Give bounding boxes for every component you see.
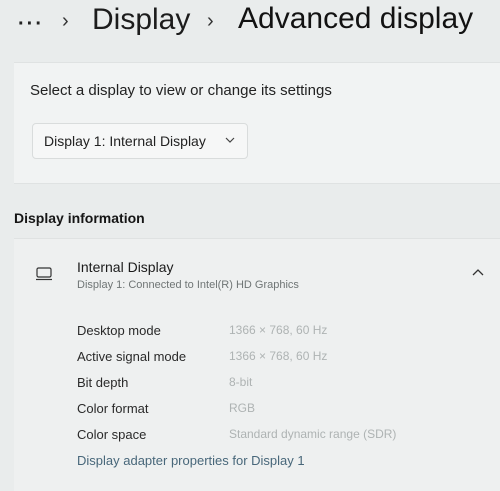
more-breadcrumb-button[interactable]: ··· xyxy=(18,13,44,36)
chevron-right-icon: › xyxy=(207,10,214,32)
property-row-active-signal-mode: Active signal mode 1366 × 768, 60 Hz xyxy=(77,346,487,372)
property-label: Desktop mode xyxy=(77,323,161,338)
breadcrumb: ··· › Display › Advanced display xyxy=(0,0,500,46)
property-row-bit-depth: Bit depth 8-bit xyxy=(77,372,487,398)
display-adapter-properties-link[interactable]: Display adapter properties for Display 1 xyxy=(77,453,305,468)
chevron-right-icon: › xyxy=(62,10,69,32)
breadcrumb-display-link[interactable]: Display xyxy=(92,3,190,37)
page-title: Advanced display xyxy=(238,2,474,35)
property-label: Color space xyxy=(77,427,147,442)
property-value: 1366 × 768, 60 Hz xyxy=(229,349,328,363)
property-row-color-format: Color format RGB xyxy=(77,398,487,424)
property-label: Active signal mode xyxy=(77,349,187,364)
chevron-down-icon xyxy=(225,133,235,147)
property-label: Color format xyxy=(77,401,149,416)
property-value: 1366 × 768, 60 Hz xyxy=(229,323,328,337)
display-name: Internal Display xyxy=(77,259,174,275)
monitor-icon xyxy=(35,267,53,281)
property-value: RGB xyxy=(229,401,256,415)
property-label: Bit depth xyxy=(77,375,129,390)
property-row-color-space: Color space Standard dynamic range (SDR) xyxy=(77,424,487,450)
select-display-card: Select a display to view or change its s… xyxy=(14,62,500,184)
property-value: Standard dynamic range (SDR) xyxy=(229,427,397,441)
display-select-value: Display 1: Internal Display xyxy=(44,133,206,149)
display-information-heading: Display information xyxy=(14,210,145,226)
display-properties-list: Desktop mode 1366 × 768, 60 Hz Active si… xyxy=(77,320,487,450)
chevron-up-icon[interactable] xyxy=(472,263,484,279)
select-display-label: Select a display to view or change its s… xyxy=(30,82,332,99)
property-value: 8-bit xyxy=(229,375,253,389)
display-select-dropdown[interactable]: Display 1: Internal Display xyxy=(32,123,248,159)
display-connection-info: Display 1: Connected to Intel(R) HD Grap… xyxy=(77,279,299,291)
display-information-card: Internal Display Display 1: Connected to… xyxy=(14,238,500,491)
property-row-desktop-mode: Desktop mode 1366 × 768, 60 Hz xyxy=(77,320,487,346)
